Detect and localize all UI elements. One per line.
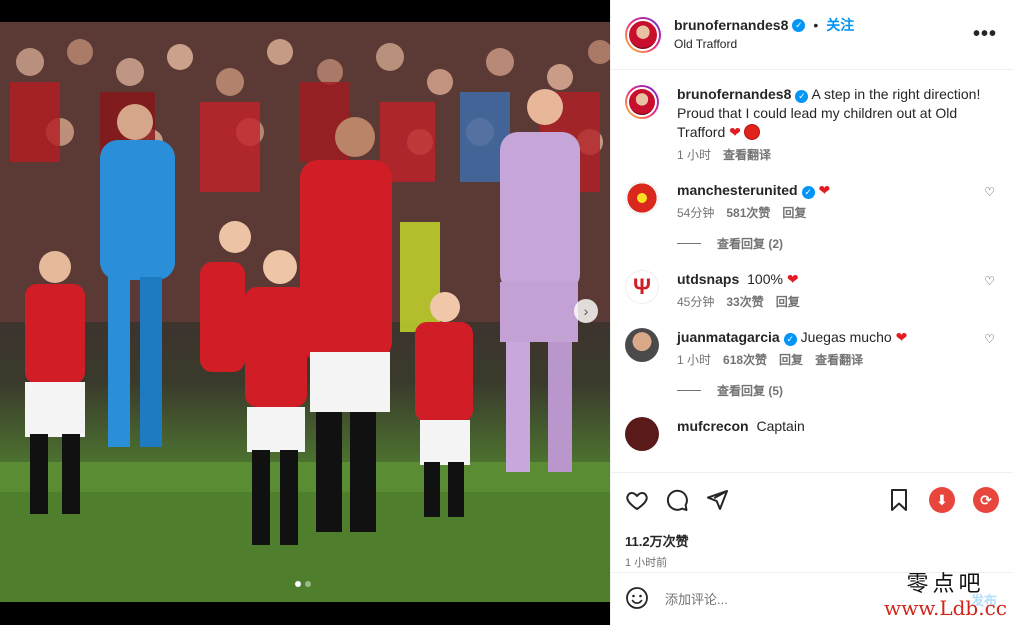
reply-button[interactable]: 回复 bbox=[782, 204, 806, 221]
post-header: brunofernandes8 ✓ • 关注 Old Trafford ••• bbox=[611, 0, 1013, 70]
more-options-icon[interactable]: ••• bbox=[973, 24, 997, 44]
verified-badge-icon: ✓ bbox=[792, 18, 806, 32]
mufcrecon-avatar[interactable] bbox=[625, 417, 659, 451]
post-photo[interactable] bbox=[0, 22, 610, 602]
comment-like-heart-icon[interactable]: ♡ bbox=[984, 185, 995, 199]
chevron-right-icon: › bbox=[583, 303, 589, 319]
view-replies-label: 查看回复 (2) bbox=[717, 237, 784, 251]
comment-username[interactable]: manchesterunited bbox=[677, 182, 798, 198]
watermark: 零点吧 www.Ldb.cc bbox=[884, 571, 1007, 620]
comment-bubble-icon[interactable] bbox=[665, 488, 689, 512]
post-actions: ⬇ ⟳ 11.2万次赞 1 小时前 bbox=[611, 472, 1013, 582]
likes-count[interactable]: 11.2万次赞 bbox=[625, 531, 999, 550]
comment-likes[interactable]: 618次赞 bbox=[723, 351, 767, 368]
comment-like-heart-icon[interactable]: ♡ bbox=[984, 332, 995, 346]
see-translation-link[interactable]: 查看翻译 bbox=[723, 146, 771, 163]
download-icon[interactable]: ⬇ bbox=[929, 487, 955, 513]
comment-time[interactable]: 1 小时 bbox=[677, 351, 711, 368]
red-heart-emoji-icon: ❤ bbox=[729, 124, 741, 140]
next-photo-button[interactable]: › bbox=[574, 299, 598, 323]
caption-avatar[interactable] bbox=[625, 85, 659, 119]
caption: brunofernandes8 ✓ A step in the right dir… bbox=[625, 85, 999, 163]
comment-item: mufcrecon Captain bbox=[625, 417, 999, 451]
carousel-dot bbox=[305, 581, 311, 587]
location-link[interactable]: Old Trafford bbox=[674, 35, 854, 54]
watermark-chinese: 零点吧 bbox=[906, 571, 985, 597]
smiley-icon[interactable] bbox=[625, 586, 649, 613]
reply-button[interactable]: 回复 bbox=[779, 351, 803, 368]
author-avatar[interactable] bbox=[625, 16, 661, 53]
author-username[interactable]: brunofernandes8 bbox=[674, 16, 788, 35]
comment-username[interactable]: mufcrecon bbox=[677, 418, 749, 434]
trident-avatar-icon[interactable]: Ψ bbox=[625, 270, 659, 304]
reply-button[interactable]: 回复 bbox=[776, 293, 800, 310]
comment-item: juanmatagarcia ✓ Juegas mucho ❤ 1 小时 618次… bbox=[625, 328, 999, 368]
watermark-url: www.Ldb.cc bbox=[884, 596, 1007, 620]
comment-username[interactable]: juanmatagarcia bbox=[677, 329, 780, 345]
paper-plane-icon[interactable] bbox=[705, 488, 729, 512]
juanmatagarcia-avatar[interactable] bbox=[625, 328, 659, 362]
comment-likes[interactable]: 33次赞 bbox=[726, 293, 763, 310]
comment-input[interactable] bbox=[665, 591, 905, 607]
follow-button[interactable]: 关注 bbox=[826, 16, 854, 35]
comment-time[interactable]: 45分钟 bbox=[677, 293, 714, 310]
comment-text: Juegas mucho bbox=[800, 329, 892, 345]
red-heart-emoji-icon: ❤ bbox=[895, 329, 908, 345]
post-media: › bbox=[0, 0, 610, 625]
post-dialog: › brunofernandes8 ✓ • 关注 Old Trafford ••… bbox=[0, 0, 1013, 625]
repost-icon[interactable]: ⟳ bbox=[973, 487, 999, 513]
caption-time[interactable]: 1 小时 bbox=[677, 146, 711, 163]
separator-dot: • bbox=[813, 16, 819, 33]
see-translation-link[interactable]: 查看翻译 bbox=[815, 351, 863, 368]
comment-text: Captain bbox=[756, 418, 805, 434]
verified-badge-icon: ✓ bbox=[783, 333, 797, 346]
post-time: 1 小时前 bbox=[625, 557, 668, 569]
heart-outline-icon[interactable] bbox=[625, 488, 649, 512]
red-heart-emoji-icon: ❤ bbox=[786, 271, 799, 287]
view-replies-button[interactable]: 查看回复 (5) bbox=[677, 382, 999, 399]
bookmark-icon[interactable] bbox=[887, 488, 911, 512]
red-heart-emoji-icon: ❤ bbox=[818, 182, 831, 198]
comment-like-heart-icon[interactable]: ♡ bbox=[984, 274, 995, 288]
comments-list[interactable]: brunofernandes8 ✓ A step in the right dir… bbox=[611, 71, 1013, 471]
comment-username[interactable]: utdsnaps bbox=[677, 271, 739, 287]
carousel-indicator bbox=[295, 581, 311, 587]
comment-likes[interactable]: 581次赞 bbox=[726, 204, 770, 221]
carousel-dot-active bbox=[295, 581, 301, 587]
comment-time[interactable]: 54分钟 bbox=[677, 204, 714, 221]
comment-text: 100% bbox=[747, 271, 783, 287]
view-replies-label: 查看回复 (5) bbox=[717, 384, 784, 398]
comment-item: Ψ utdsnaps 100% ❤ 45分钟 33次赞 回复 ♡ bbox=[625, 270, 999, 310]
post-side-panel: brunofernandes8 ✓ • 关注 Old Trafford ••• … bbox=[610, 0, 1013, 625]
view-replies-button[interactable]: 查看回复 (2) bbox=[677, 235, 999, 252]
comment-item: manchesterunited ✓ ❤ 54分钟 581次赞 回复 ♡ bbox=[625, 181, 999, 221]
manchesterunited-avatar[interactable] bbox=[625, 181, 659, 215]
red-ball-emoji-icon bbox=[743, 124, 760, 140]
caption-username[interactable]: brunofernandes8 bbox=[677, 86, 791, 102]
verified-badge-icon: ✓ bbox=[795, 90, 809, 103]
verified-badge-icon: ✓ bbox=[801, 186, 815, 199]
